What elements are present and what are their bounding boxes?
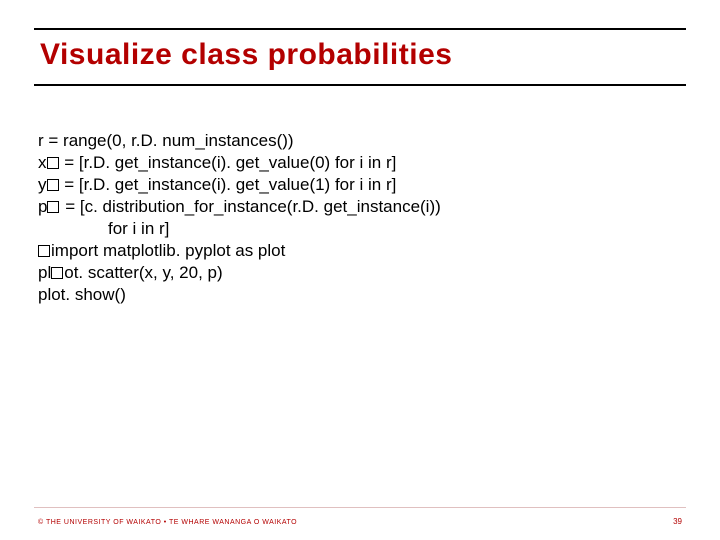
top-rule [34, 28, 686, 30]
code-line-2-rest: = [r.D. get_instance(i). get_value(0) fo… [60, 153, 397, 172]
marker-icon [51, 267, 63, 279]
code-line-6-head: im [51, 241, 69, 260]
code-line-6-rest: port matplotlib. pyplot as plot [69, 241, 285, 260]
footer-copyright: © THE UNIVERSITY OF WAIKATO • TE WHARE W… [38, 519, 297, 526]
code-line-3-rest: = [r.D. get_instance(i). get_value(1) fo… [60, 175, 397, 194]
code-line-5: for i in r] [108, 219, 169, 238]
page-number: 39 [673, 517, 682, 526]
mid-rule [34, 84, 686, 86]
code-line-1: r = range(0, r.D. num_instances()) [38, 131, 294, 150]
code-line-8: plot. show() [38, 285, 126, 304]
slide-title: Visualize class probabilities [40, 38, 452, 72]
code-block: r = range(0, r.D. num_instances()) x = [… [38, 108, 441, 306]
marker-icon [47, 179, 59, 191]
code-line-3-var: y [38, 175, 47, 194]
code-line-7-rest: ot. scatter(x, y, 20, p) [64, 263, 222, 282]
code-line-4-var: p [38, 197, 47, 216]
code-line-4-rest: = [c. distribution_for_instance(r.D. get… [60, 197, 440, 216]
slide: Visualize class probabilities r = range(… [0, 0, 720, 540]
marker-icon [38, 245, 50, 257]
code-line-7-head: pl [38, 263, 51, 282]
footer-rule [34, 507, 686, 508]
marker-icon [47, 157, 59, 169]
code-line-2-var: x [38, 153, 47, 172]
marker-icon [47, 201, 59, 213]
